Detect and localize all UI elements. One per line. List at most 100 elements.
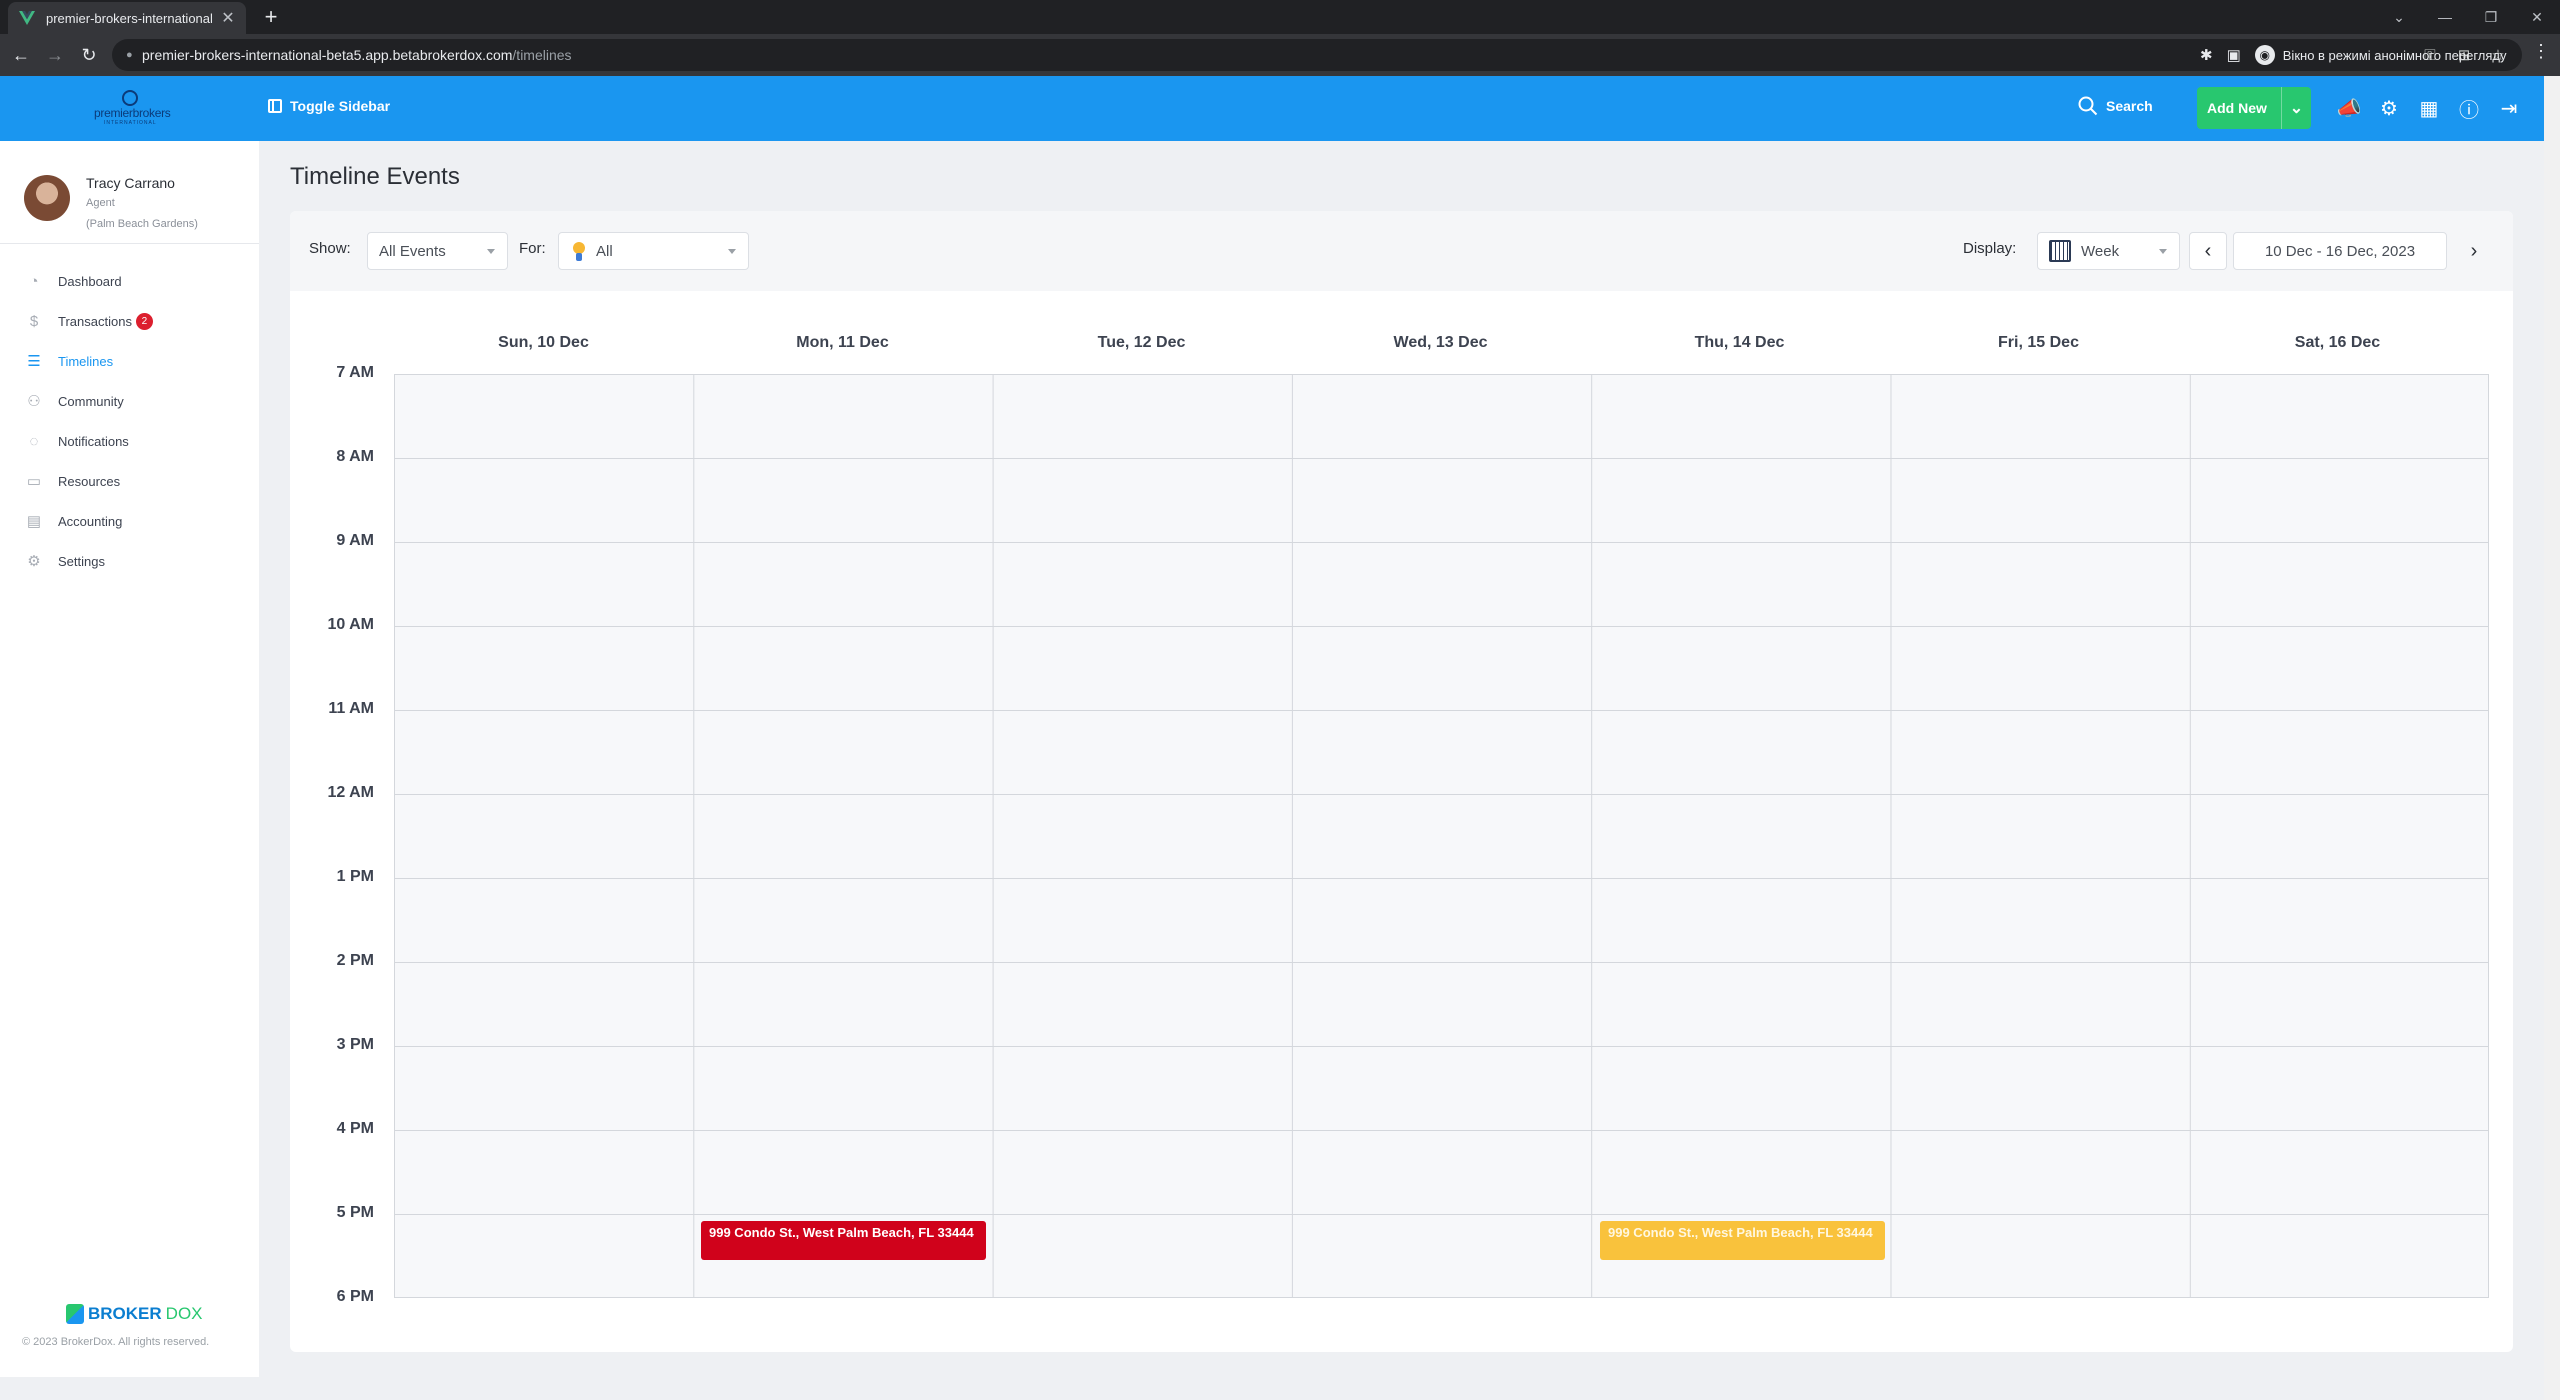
gear-icon: ⚙ xyxy=(27,553,41,570)
community-icon: ⚇ xyxy=(27,393,41,410)
chevron-down-icon[interactable]: ⌄ xyxy=(2282,98,2311,118)
day-header: Wed, 13 Dec xyxy=(1393,334,1488,351)
incognito-indicator[interactable]: ◉ Вікно в режимі анонімного перегляду xyxy=(2254,45,2507,65)
gear-icon[interactable]: ⚙ xyxy=(2378,95,2400,121)
browser-tab[interactable]: premier-brokers-international ✕ xyxy=(8,2,246,34)
sidebar-toggle-icon xyxy=(268,99,282,113)
brand-part2: DOX xyxy=(165,1304,203,1323)
megaphone-icon[interactable]: 📣 xyxy=(2337,95,2362,121)
caret-down-icon xyxy=(728,249,736,254)
tab-close-icon[interactable]: ✕ xyxy=(220,8,236,28)
sidebar-nav: ◔ Dashboard $ Transactions 2 ☰ Timelines… xyxy=(22,261,252,581)
reload-icon[interactable]: ↻ xyxy=(76,42,102,68)
sidebar-item-resources[interactable]: ▭ Resources xyxy=(22,461,252,501)
sidebar-item-label: Settings xyxy=(58,553,105,569)
sidebar-item-label: Accounting xyxy=(58,513,123,529)
sidebar-item-timelines[interactable]: ☰ Timelines xyxy=(22,341,252,381)
timeline-card: Show: All Events For: All Display: Week … xyxy=(290,211,2513,1352)
close-window-button[interactable]: ✕ xyxy=(2514,0,2560,34)
url-host: premier-brokers-international-beta5.app.… xyxy=(142,47,513,63)
show-label: Show: xyxy=(309,240,351,257)
time-label: 9 AM xyxy=(336,532,374,549)
logo-word: premierbrokers xyxy=(94,106,171,120)
prev-week-button[interactable]: ‹ xyxy=(2189,232,2227,270)
tab-search-icon[interactable]: ⌄ xyxy=(2376,0,2422,34)
sidebar-divider xyxy=(0,243,259,244)
sidebar-item-community[interactable]: ⚇ Community xyxy=(22,381,252,421)
browser-tab-bar: premier-brokers-international ✕ + ⌄ — ❐ … xyxy=(0,0,2560,34)
site-info-icon[interactable]: ● xyxy=(126,49,142,61)
sidebar-item-transactions[interactable]: $ Transactions 2 xyxy=(22,301,252,341)
toggle-sidebar-label: Toggle Sidebar xyxy=(290,98,391,114)
add-new-label: Add New xyxy=(2207,100,2267,116)
window-controls: ⌄ — ❐ ✕ xyxy=(2376,0,2560,34)
chevron-right-icon: › xyxy=(2470,239,2478,262)
vue-logo-icon xyxy=(18,9,36,27)
sidebar-item-settings[interactable]: ⚙ Settings xyxy=(22,541,252,581)
sidebar-item-notifications[interactable]: ◌ Notifications xyxy=(22,421,252,461)
sidebar-item-label: Notifications xyxy=(58,433,129,449)
show-value: All Events xyxy=(379,242,446,260)
company-logo[interactable]: premierbrokers INTERNATIONAL xyxy=(88,90,172,128)
day-header: Thu, 14 Dec xyxy=(1694,334,1785,351)
show-select[interactable]: All Events xyxy=(367,232,508,270)
brand-part1: BROKER xyxy=(88,1304,162,1323)
time-label: 8 AM xyxy=(336,448,374,465)
brokerdox-icon xyxy=(66,1304,84,1324)
side-panel-icon[interactable]: ▣ xyxy=(2227,46,2241,64)
logo-mark xyxy=(122,90,138,106)
transactions-badge: 2 xyxy=(135,312,153,330)
caret-down-icon xyxy=(487,249,495,254)
brokerdox-logo: BROKER DOX xyxy=(66,1304,203,1324)
display-select[interactable]: Week xyxy=(2037,232,2180,270)
next-week-button[interactable]: › xyxy=(2455,232,2493,270)
for-value: All xyxy=(596,242,613,260)
toggle-sidebar-button[interactable]: Toggle Sidebar xyxy=(268,98,390,114)
day-header: Fri, 15 Dec xyxy=(1998,334,2079,351)
sidebar-item-label: Resources xyxy=(58,473,121,489)
timeline-event[interactable]: 999 Condo St., West Palm Beach, FL 33444 xyxy=(701,1221,986,1260)
address-bar[interactable]: ● premier-brokers-international-beta5.ap… xyxy=(112,39,2522,71)
date-range-text: 10 Dec - 16 Dec, 2023 xyxy=(2264,242,2416,260)
header-search-button[interactable]: Search xyxy=(2078,96,2153,116)
date-range[interactable]: 10 Dec - 16 Dec, 2023 xyxy=(2233,232,2447,270)
timeline-icon: ☰ xyxy=(27,353,41,370)
page-scrollbar[interactable] xyxy=(2544,76,2560,1400)
search-icon xyxy=(2078,96,2098,116)
app-header: premierbrokers INTERNATIONAL Toggle Side… xyxy=(0,76,2544,141)
help-icon[interactable]: ⓘ xyxy=(2458,95,2480,122)
for-select[interactable]: All xyxy=(558,232,749,270)
accounting-icon: ▤ xyxy=(26,513,42,530)
restore-button[interactable]: ❐ xyxy=(2468,0,2514,34)
display-label: Display: xyxy=(1963,240,2017,257)
for-label: For: xyxy=(519,240,546,257)
url-path: /timelines xyxy=(512,47,572,63)
browser-menu-icon[interactable]: ⋮ xyxy=(2532,41,2550,62)
back-arrow-icon[interactable]: ← xyxy=(8,42,34,68)
add-new-button[interactable]: Add New ⌄ xyxy=(2197,87,2311,129)
week-calendar-grid[interactable]: 999 Condo St., West Palm Beach, FL 33444… xyxy=(394,374,2489,1298)
sidebar-item-accounting[interactable]: ▤ Accounting xyxy=(22,501,252,541)
time-label: 1 PM xyxy=(336,868,374,885)
minimize-button[interactable]: — xyxy=(2422,0,2468,34)
calculator-icon[interactable]: ▦ xyxy=(2418,95,2440,121)
avatar xyxy=(24,175,70,221)
browser-toolbar: ← → ↻ ● premier-brokers-international-be… xyxy=(0,34,2560,76)
extensions-icon[interactable]: ✱ xyxy=(2200,46,2213,64)
sidebar: Tracy Carrano Agent (Palm Beach Gardens)… xyxy=(0,141,259,1377)
new-tab-button[interactable]: + xyxy=(258,4,284,30)
time-label: 7 AM xyxy=(336,364,374,381)
forward-arrow-icon[interactable]: → xyxy=(42,42,68,68)
chevron-left-icon: ‹ xyxy=(2204,239,2212,262)
logout-icon[interactable]: ⇥ xyxy=(2498,95,2520,121)
folder-icon: ▭ xyxy=(26,473,42,490)
page-title: Timeline Events xyxy=(290,163,460,190)
timeline-event[interactable]: 999 Condo St., West Palm Beach, FL 33444 xyxy=(1600,1221,1885,1260)
filter-toolbar: Show: All Events For: All Display: Week … xyxy=(290,211,2513,291)
user-role: Agent xyxy=(86,197,115,209)
logo-sub: INTERNATIONAL xyxy=(104,120,157,126)
day-header: Sun, 10 Dec xyxy=(498,334,589,351)
search-label: Search xyxy=(2106,98,2153,114)
person-icon xyxy=(570,241,588,261)
sidebar-item-dashboard[interactable]: ◔ Dashboard xyxy=(22,261,252,301)
